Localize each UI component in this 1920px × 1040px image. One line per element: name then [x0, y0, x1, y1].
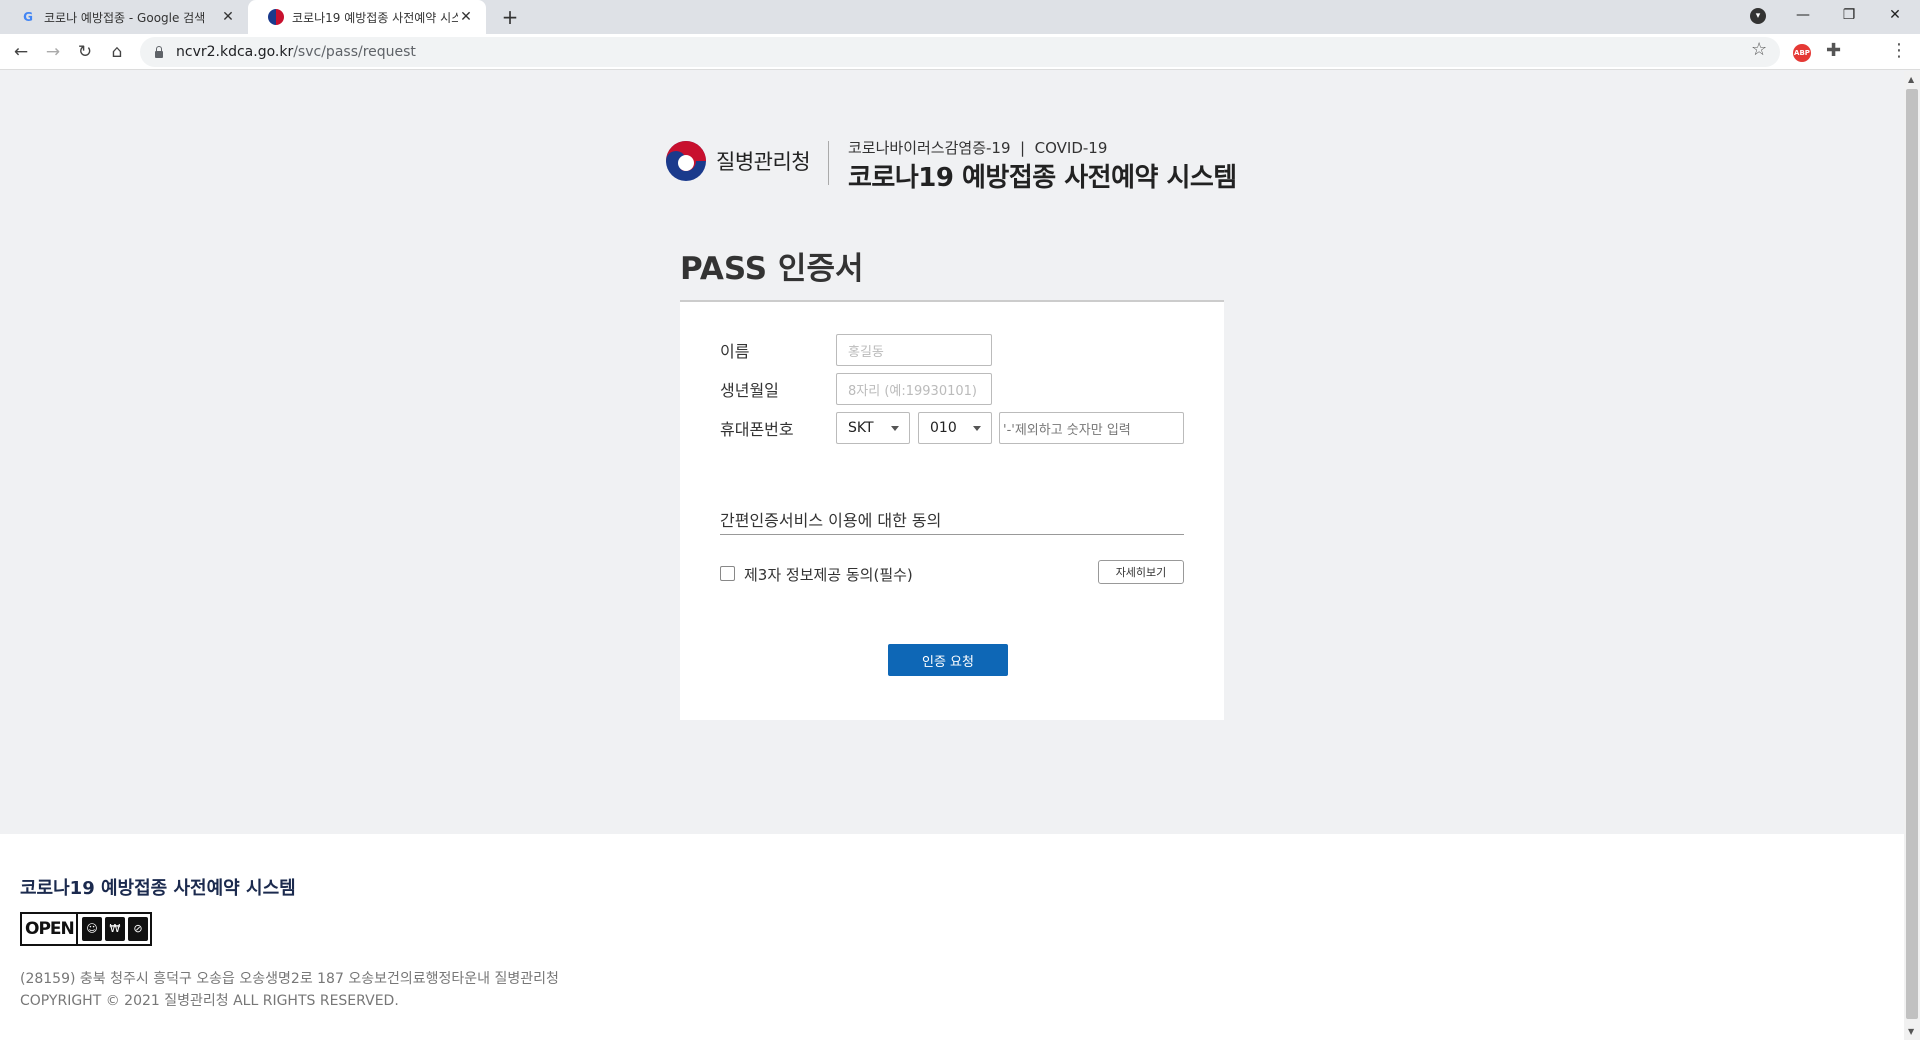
page-scrollbar[interactable]: ▲ ▼ [1904, 71, 1920, 1040]
footer: 코로나19 예방접종 사전예약 시스템 OPEN ☺ ₩ ⊘ (28159) 충… [0, 834, 1904, 1040]
view-details-button[interactable]: 자세히보기 [1098, 560, 1184, 584]
third-party-consent-checkbox[interactable] [720, 566, 735, 581]
scrollbar-thumb[interactable] [1906, 89, 1918, 1019]
tab-search-icon[interactable]: ▾ [1750, 8, 1766, 24]
attribution-icon: ☺ [82, 917, 102, 941]
footer-copyright: COPYRIGHT © 2021 질병관리청 ALL RIGHTS RESERV… [20, 993, 399, 1009]
new-tab-icon[interactable]: + [498, 5, 522, 29]
phone-prefix-select[interactable]: 010 [918, 412, 992, 444]
carrier-select[interactable]: SKT [836, 412, 910, 444]
open-badge-text: OPEN [22, 914, 78, 944]
tab-vaccine-reservation[interactable]: 코로나19 예방접종 사전예약 시스템 ✕ [248, 0, 486, 34]
scroll-down-icon[interactable]: ▼ [1908, 1027, 1914, 1036]
org-name: 질병관리청 [716, 150, 811, 174]
prefix-value: 010 [930, 420, 957, 436]
browser-tab-bar: G 코로나 예방접종 - Google 검색 ✕ 코로나19 예방접종 사전예약… [0, 0, 1920, 34]
footer-title: 코로나19 예방접종 사전예약 시스템 [20, 878, 296, 899]
no-derivatives-icon: ⊘ [128, 917, 148, 941]
page-title: PASS 인증서 [680, 251, 864, 287]
url-host: ncvr2.kdca.go.kr [176, 44, 294, 60]
chevron-down-icon [891, 426, 899, 431]
reload-icon[interactable]: ↻ [73, 40, 97, 64]
browser-menu-icon[interactable]: ⋮ [1890, 40, 1908, 61]
close-tab-icon[interactable]: ✕ [458, 9, 474, 25]
home-icon[interactable]: ⌂ [105, 40, 129, 64]
url-path: /svc/pass/request [293, 44, 416, 60]
tab-title: 코로나 예방접종 - Google 검색 [44, 10, 206, 25]
consent-label[interactable]: 제3자 정보제공 동의(필수) [744, 564, 913, 585]
org-logo[interactable]: 질병관리청 [666, 141, 811, 181]
header-divider [828, 141, 829, 185]
back-icon[interactable]: ← [9, 40, 33, 64]
browser-toolbar: ← → ↻ ⌂ ncvr2.kdca.go.kr/svc/pass/reques… [0, 34, 1920, 70]
phone-label: 휴대폰번호 [720, 420, 794, 439]
tab-title: 코로나19 예방접종 사전예약 시스템 [292, 10, 458, 25]
phone-placeholder: '-'제외하고 숫자만 입력 [1003, 422, 1131, 438]
address-bar[interactable]: ncvr2.kdca.go.kr/svc/pass/request [140, 37, 1780, 67]
adblock-plus-icon[interactable]: ABP [1793, 44, 1811, 62]
forward-icon[interactable]: → [41, 40, 65, 64]
kogl-open-license-badge[interactable]: OPEN ☺ ₩ ⊘ [20, 912, 152, 946]
non-commercial-icon: ₩ [105, 917, 125, 941]
header-subtitle: 코로나바이러스감염증-19 | COVID-19 [848, 139, 1108, 157]
minimize-icon[interactable]: — [1780, 0, 1826, 30]
request-auth-button[interactable]: 인증 요청 [888, 644, 1008, 676]
agreement-divider [720, 534, 1184, 535]
close-tab-icon[interactable]: ✕ [220, 9, 236, 25]
birthdate-input[interactable]: 8자리 (예:19930101) [836, 373, 992, 405]
birthdate-placeholder: 8자리 (예:19930101) [848, 383, 977, 399]
phone-number-input[interactable]: '-'제외하고 숫자만 입력 [999, 412, 1184, 444]
carrier-value: SKT [848, 420, 874, 436]
chevron-down-icon [973, 426, 981, 431]
kdca-emblem-icon [666, 141, 706, 181]
kdca-emblem-icon [268, 9, 284, 25]
tab-google-search[interactable]: G 코로나 예방접종 - Google 검색 ✕ [0, 0, 248, 34]
name-placeholder: 홍길동 [848, 344, 884, 360]
footer-address: (28159) 충북 청주시 흥덕구 오송읍 오송생명2로 187 오송보건의료… [20, 971, 559, 987]
bookmark-star-icon[interactable]: ☆ [1751, 39, 1767, 60]
scroll-up-icon[interactable]: ▲ [1908, 75, 1914, 84]
name-label: 이름 [720, 342, 750, 361]
birth-label: 생년월일 [720, 381, 779, 400]
window-close-icon[interactable]: ✕ [1872, 0, 1918, 30]
restore-icon[interactable]: ❐ [1826, 0, 1872, 30]
agreement-title: 간편인증서비스 이용에 대한 동의 [720, 511, 942, 530]
page-viewport: 질병관리청 코로나바이러스감염증-19 | COVID-19 코로나19 예방접… [0, 71, 1904, 1040]
lock-icon [154, 46, 164, 58]
name-input[interactable]: 홍길동 [836, 334, 992, 366]
google-icon: G [23, 10, 33, 24]
pass-auth-form: 이름 홍길동 생년월일 8자리 (예:19930101) 휴대폰번호 SKT 0… [680, 302, 1224, 720]
header-title: 코로나19 예방접종 사전예약 시스템 [848, 163, 1237, 193]
extensions-puzzle-icon[interactable]: ✚ [1826, 40, 1841, 61]
